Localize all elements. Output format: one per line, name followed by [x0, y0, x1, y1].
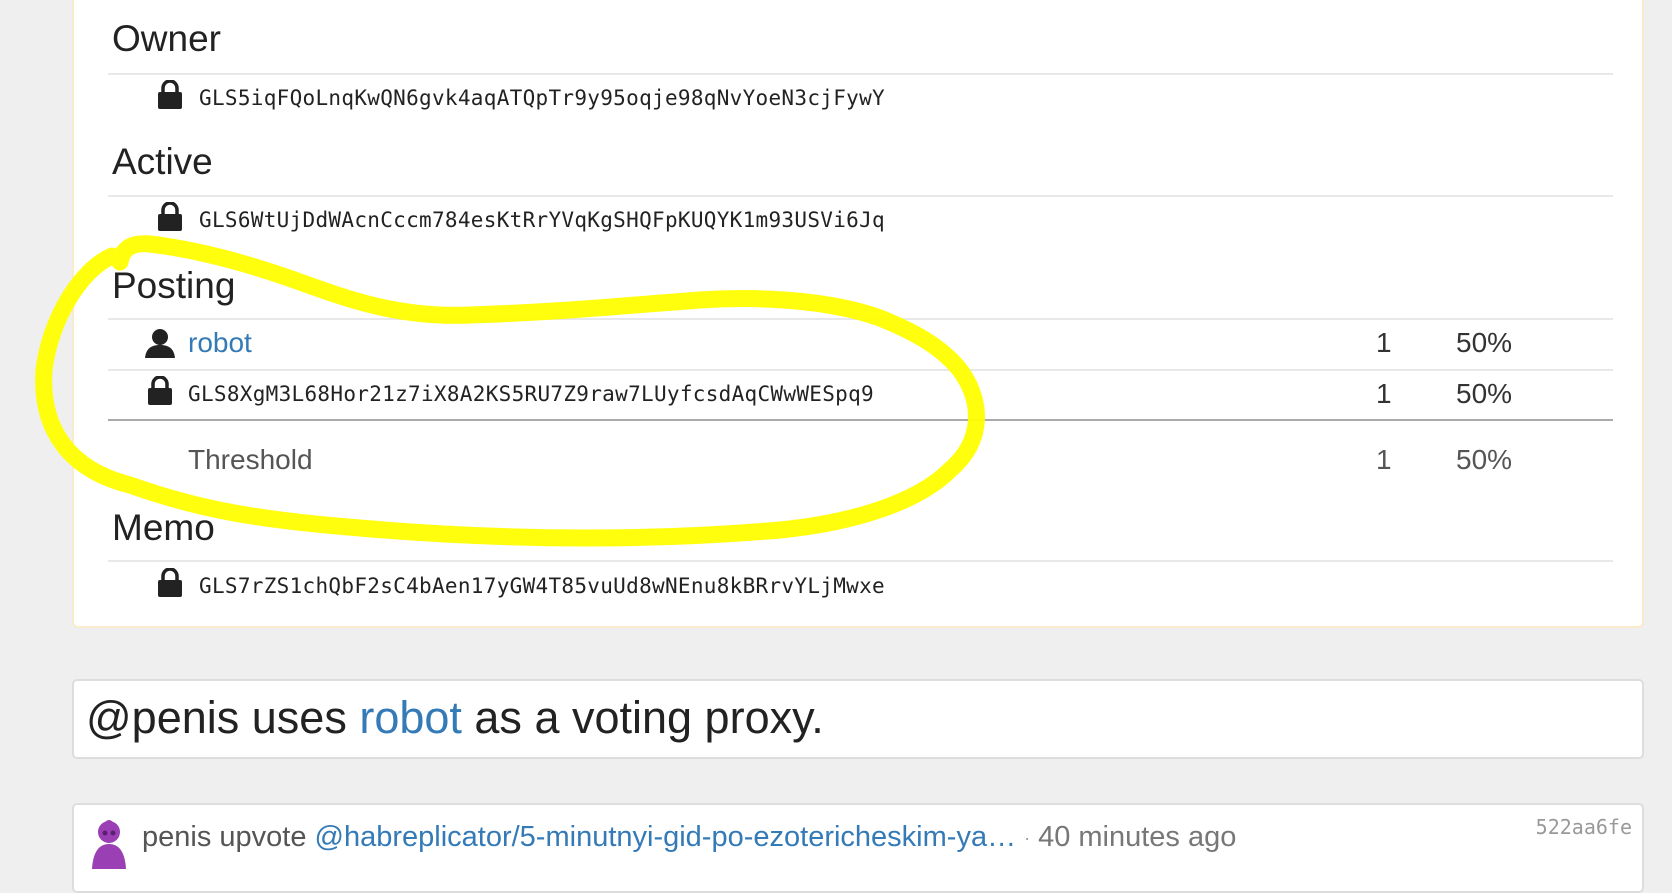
memo-divider: [108, 560, 1613, 562]
activity-user: penis: [142, 821, 212, 853]
posting-divider: [108, 318, 1613, 320]
lock-icon: [158, 202, 182, 231]
memo-public-key: GLS7rZS1chQbF2sC4bAen17yGW4T85vuUd8wNEnu…: [199, 574, 885, 598]
proxy-account-link[interactable]: robot: [359, 692, 462, 743]
avatar[interactable]: [86, 819, 132, 869]
threshold-divider: [108, 419, 1613, 421]
activity-post-link[interactable]: @habreplicator/5-minutnyi-gid-po-ezoteri…: [315, 821, 1017, 853]
posting-row-divider: [108, 369, 1613, 371]
active-section-title: Active: [112, 141, 213, 182]
posting-public-key: GLS8XgM3L68Hor21z7iX8A2KS5RU7Z9raw7LUyfc…: [188, 382, 874, 406]
owner-public-key: GLS5iqFQoLnqKwQN6gvk4aqATQpTr9y95oqje98q…: [199, 86, 885, 110]
user-icon: [145, 329, 175, 358]
activity-line: penis upvote @habreplicator/5-minutnyi-g…: [142, 821, 1236, 854]
owner-key-row: GLS5iqFQoLnqKwQN6gvk4aqATQpTr9y95oqje98q…: [108, 76, 1613, 124]
posting-account-percent: 50%: [1456, 327, 1513, 358]
activity-action: upvote: [219, 821, 307, 853]
lock-icon: [148, 376, 172, 405]
posting-key-weight: 1: [1376, 378, 1392, 409]
voting-proxy-text: @penis uses robot as a voting proxy.: [86, 692, 824, 744]
proxy-suffix: as a voting proxy.: [461, 692, 824, 743]
posting-account-weight: 1: [1376, 327, 1392, 358]
threshold-percent: 50%: [1456, 444, 1513, 475]
posting-account-row: robot 1 50%: [108, 321, 1613, 369]
threshold-label: Threshold: [188, 444, 313, 475]
active-divider: [108, 195, 1613, 197]
threshold-value: 1: [1376, 444, 1392, 475]
activity-time: 40 minutes ago: [1038, 821, 1237, 853]
owner-section-title: Owner: [112, 18, 221, 59]
posting-threshold-row: Threshold 1 50%: [108, 422, 1613, 475]
memo-key-row: GLS7rZS1chQbF2sC4bAen17yGW4T85vuUd8wNEnu…: [108, 564, 1613, 612]
posting-key-row: GLS8XgM3L68Hor21z7iX8A2KS5RU7Z9raw7LUyfc…: [108, 372, 1613, 420]
active-key-row: GLS6WtUjDdWAcnCccm784esKtRrYVqKgSHQFpKUQ…: [108, 198, 1613, 246]
proxy-prefix: @penis uses: [86, 692, 360, 743]
lock-icon: [158, 80, 182, 109]
posting-section-title: Posting: [112, 265, 236, 306]
account-keys-panel: Owner GLS5iqFQoLnqKwQN6gvk4aqATQpTr9y95o…: [72, 0, 1644, 628]
voting-proxy-panel: @penis uses robot as a voting proxy.: [72, 679, 1644, 759]
posting-key-percent: 50%: [1456, 378, 1513, 409]
activity-separator: ·: [1024, 827, 1031, 848]
owner-divider: [108, 73, 1613, 75]
active-public-key: GLS6WtUjDdWAcnCccm784esKtRrYVqKgSHQFpKUQ…: [199, 208, 885, 232]
transaction-hash[interactable]: 522aa6fe: [1536, 815, 1632, 839]
posting-account-link[interactable]: robot: [188, 327, 252, 359]
activity-item: penis upvote @habreplicator/5-minutnyi-g…: [72, 803, 1644, 893]
lock-icon: [158, 568, 182, 597]
memo-section-title: Memo: [112, 507, 215, 548]
